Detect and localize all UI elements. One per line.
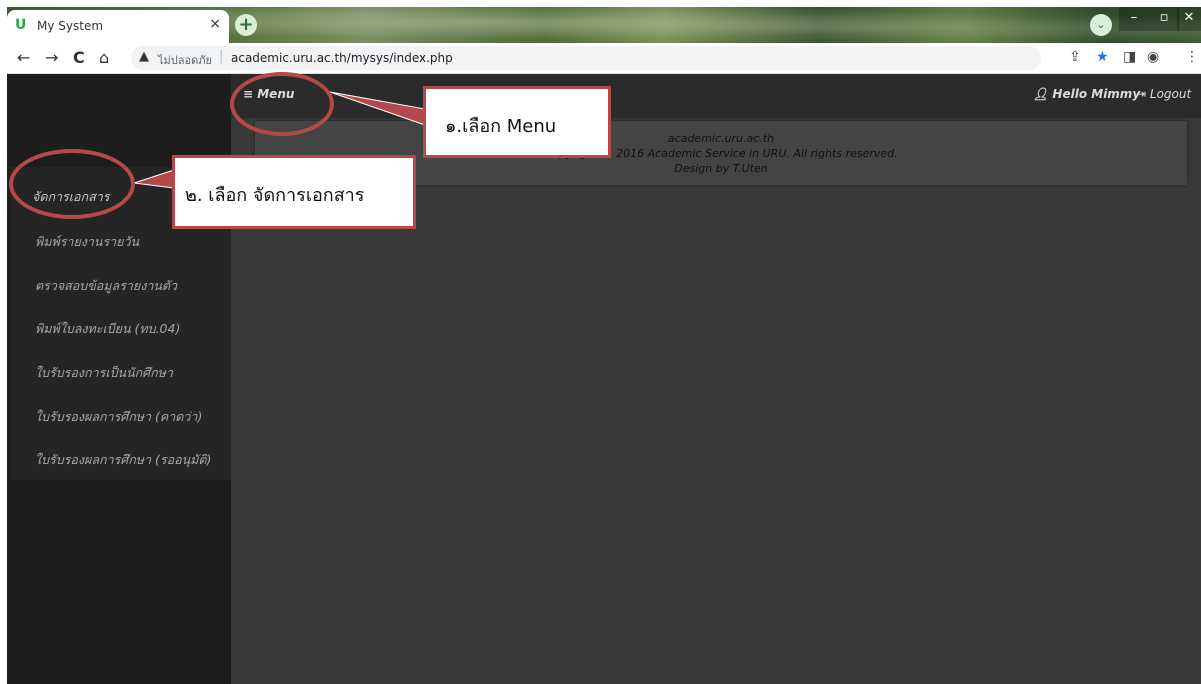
annotation-step2-text: ๒. เลือก จัดการเอกสาร (185, 185, 365, 206)
annotation-arrow-1 (329, 91, 426, 126)
annotation-callout-step2: ๒. เลือก จัดการเอกสาร (172, 155, 416, 229)
annotation-arrow-2 (133, 169, 175, 189)
annotation-ellipse-manage-docs (9, 149, 135, 219)
annotation-step1-text: ๑.เลือก Menu (445, 116, 557, 137)
annotation-callout-step1: ๑.เลือก Menu (423, 86, 611, 158)
annotation-ellipse-menu (230, 72, 334, 136)
